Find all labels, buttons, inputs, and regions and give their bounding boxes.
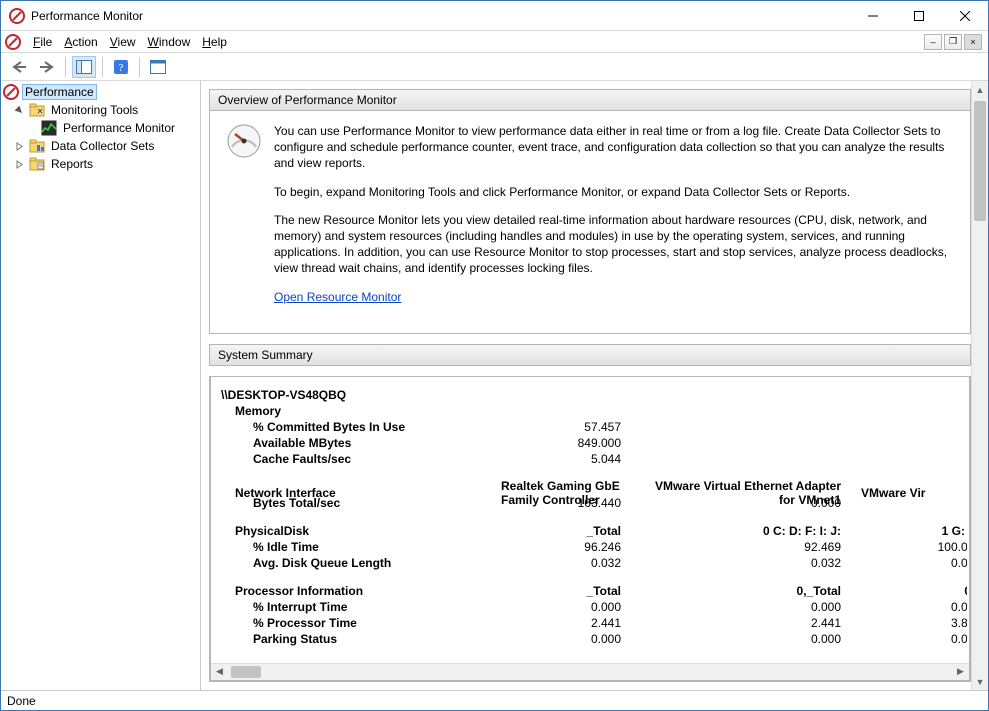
menu-view[interactable]: View <box>104 33 142 51</box>
mdi-minimize-button[interactable]: – <box>924 34 942 50</box>
summary-host: \\DESKTOP-VS48QBQ <box>221 387 967 403</box>
scroll-left-icon[interactable]: ◀ <box>211 664 228 680</box>
minimize-button[interactable] <box>850 1 896 31</box>
overview-panel-body: You can use Performance Monitor to view … <box>209 111 971 334</box>
help-button[interactable]: ? <box>109 56 133 78</box>
summary-row-queue: Avg. Disk Queue Length 0.032 0.032 0.000 <box>221 555 967 571</box>
system-summary-body: \\DESKTOP-VS48QBQ Memory % Committed Byt… <box>209 376 971 682</box>
status-text: Done <box>7 694 36 708</box>
scroll-down-icon[interactable]: ▼ <box>972 673 988 690</box>
new-window-button[interactable] <box>146 56 170 78</box>
window-title: Performance Monitor <box>31 9 850 23</box>
overview-text: You can use Performance Monitor to view … <box>274 123 954 317</box>
mdi-restore-button[interactable]: ❐ <box>944 34 962 50</box>
summary-row-bytes: Bytes Total/sec 163.440 0.000 <box>221 495 967 511</box>
scroll-right-icon[interactable]: ▶ <box>952 664 969 680</box>
close-button[interactable] <box>942 1 988 31</box>
folder-reports-icon <box>29 156 45 172</box>
overview-panel: Overview of Performance Monitor <box>209 89 971 334</box>
content-vertical-scrollbar[interactable]: ▲ ▼ <box>971 81 988 690</box>
tree-toggle-icon[interactable] <box>15 142 29 151</box>
tree-reports-label: Reports <box>48 157 96 171</box>
back-button[interactable] <box>7 56 31 78</box>
scroll-thumb[interactable] <box>974 101 986 221</box>
content-wrap: Overview of Performance Monitor <box>201 81 988 690</box>
tree-reports[interactable]: Reports <box>1 155 200 173</box>
summary-memory-label: Memory <box>221 403 967 419</box>
tree-toggle-icon[interactable] <box>15 160 29 169</box>
overview-panel-title: Overview of Performance Monitor <box>209 89 971 111</box>
system-summary-box: \\DESKTOP-VS48QBQ Memory % Committed Byt… <box>210 376 970 681</box>
maximize-button[interactable] <box>896 1 942 31</box>
summary-horizontal-scrollbar[interactable]: ◀ ▶ <box>211 663 969 680</box>
statusbar: Done <box>1 690 988 710</box>
tree-root-performance[interactable]: Performance <box>1 83 200 101</box>
system-summary-panel: System Summary \\DESKTOP-VS48QBQ Memory … <box>209 344 971 682</box>
app-icon <box>9 8 25 24</box>
forward-button[interactable] <box>35 56 59 78</box>
tree-root-label: Performance <box>22 84 97 100</box>
open-resource-monitor-link[interactable]: Open Resource Monitor <box>274 290 401 304</box>
tree-performance-monitor[interactable]: Performance Monitor <box>1 119 200 137</box>
folder-tools-icon <box>29 102 45 118</box>
summary-row-idle: % Idle Time 96.246 92.469 100.024 <box>221 539 967 555</box>
tree-data-collector-sets[interactable]: Data Collector Sets <box>1 137 200 155</box>
overview-p2: To begin, expand Monitoring Tools and cl… <box>274 184 954 200</box>
gauge-icon <box>226 123 262 159</box>
overview-p1: You can use Performance Monitor to view … <box>274 123 954 172</box>
tree-monitoring-tools[interactable]: Monitoring Tools <box>1 101 200 119</box>
body: Performance Monitoring Tools Performance… <box>1 81 988 690</box>
summary-row-available: Available MBytes 849.000 <box>221 435 967 451</box>
system-summary-title: System Summary <box>209 344 971 366</box>
menu-action[interactable]: Action <box>58 33 103 51</box>
show-hide-tree-button[interactable] <box>72 56 96 78</box>
mdi-close-button[interactable]: × <box>964 34 982 50</box>
tree-performance-monitor-label: Performance Monitor <box>60 121 178 135</box>
menubar-app-icon[interactable] <box>5 34 21 50</box>
svg-text:?: ? <box>119 62 124 74</box>
content: Overview of Performance Monitor <box>201 81 971 690</box>
summary-disk-header: PhysicalDisk _Total 0 C: D: F: I: J: 1 G… <box>221 523 967 539</box>
overview-p3: The new Resource Monitor lets you view d… <box>274 212 954 277</box>
summary-row-proctime: % Processor Time 2.441 2.441 3.820 <box>221 615 967 631</box>
folder-dcs-icon <box>29 138 45 154</box>
menu-help[interactable]: Help <box>196 33 233 51</box>
tree-pane: Performance Monitoring Tools Performance… <box>1 81 201 690</box>
summary-row-committed: % Committed Bytes In Use 57.457 <box>221 419 967 435</box>
titlebar: Performance Monitor <box>1 1 988 31</box>
tree-toggle-icon[interactable] <box>15 106 29 115</box>
summary-row-parking: Parking Status 0.000 0.000 0.000 <box>221 631 967 647</box>
scroll-thumb[interactable] <box>231 666 261 678</box>
summary-row-cache: Cache Faults/sec 5.044 <box>221 451 967 467</box>
tree-data-collector-sets-label: Data Collector Sets <box>48 139 157 153</box>
menu-file[interactable]: File <box>27 33 58 51</box>
summary-network-header: Network Interface Realtek Gaming GbE Fam… <box>221 479 967 495</box>
menu-window[interactable]: Window <box>142 33 197 51</box>
toolbar: ? <box>1 53 988 81</box>
summary-row-interrupt: % Interrupt Time 0.000 0.000 0.000 <box>221 599 967 615</box>
scroll-up-icon[interactable]: ▲ <box>972 81 988 98</box>
perfmon-root-icon <box>3 84 19 100</box>
perfmon-chart-icon <box>41 120 57 136</box>
menubar: File Action View Window Help – ❐ × <box>1 31 988 53</box>
tree-monitoring-tools-label: Monitoring Tools <box>48 103 141 117</box>
summary-proc-header: Processor Information _Total 0,_Total 0,… <box>221 583 967 599</box>
